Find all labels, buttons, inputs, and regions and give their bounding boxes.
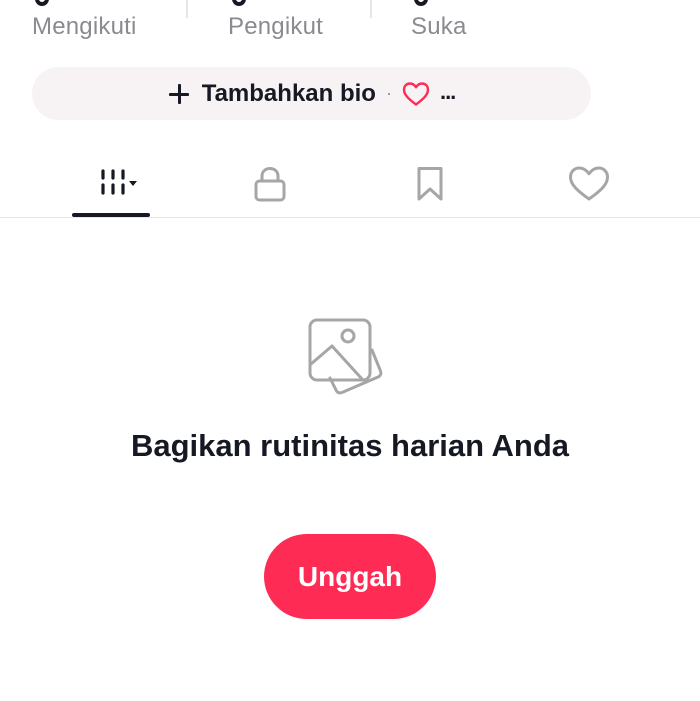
following-count-partial: [35, 0, 49, 6]
following-stat[interactable]: Mengikuti: [32, 0, 182, 50]
add-bio-label: Tambahkan bio: [201, 79, 376, 107]
heart-icon: [569, 166, 609, 201]
stat-divider: [186, 0, 188, 18]
upload-button[interactable]: Unggah: [264, 534, 436, 619]
profile-stats: Mengikuti Pengikut Suka: [0, 0, 700, 50]
followers-stat[interactable]: Pengikut: [228, 0, 368, 50]
empty-state-title: Bagikan rutinitas harian Anda: [130, 428, 570, 463]
more-label: ...: [439, 78, 456, 104]
plus-icon: [168, 83, 190, 105]
tab-selected-indicator: [72, 213, 150, 217]
profile-tabs: [0, 150, 700, 218]
lock-icon: [254, 166, 286, 202]
tab-videos[interactable]: [72, 150, 150, 218]
likes-count-partial: [414, 0, 428, 6]
followers-label: Pengikut: [228, 13, 323, 40]
heart-outline-icon: [402, 81, 430, 106]
add-bio-button[interactable]: Tambahkan bio · ...: [32, 67, 591, 120]
tab-saved[interactable]: [400, 150, 460, 218]
followers-count-partial: [232, 0, 246, 6]
tab-liked[interactable]: [559, 150, 619, 218]
likes-label: Suka: [411, 13, 467, 40]
following-label: Mengikuti: [32, 13, 137, 40]
bio-separator: ·: [385, 83, 392, 103]
likes-stat[interactable]: Suka: [411, 0, 531, 50]
stat-divider: [370, 0, 372, 18]
tab-private[interactable]: [240, 150, 300, 218]
video-grid-icon: [101, 169, 137, 195]
photos-icon: [308, 318, 383, 395]
bookmark-icon: [417, 167, 443, 201]
